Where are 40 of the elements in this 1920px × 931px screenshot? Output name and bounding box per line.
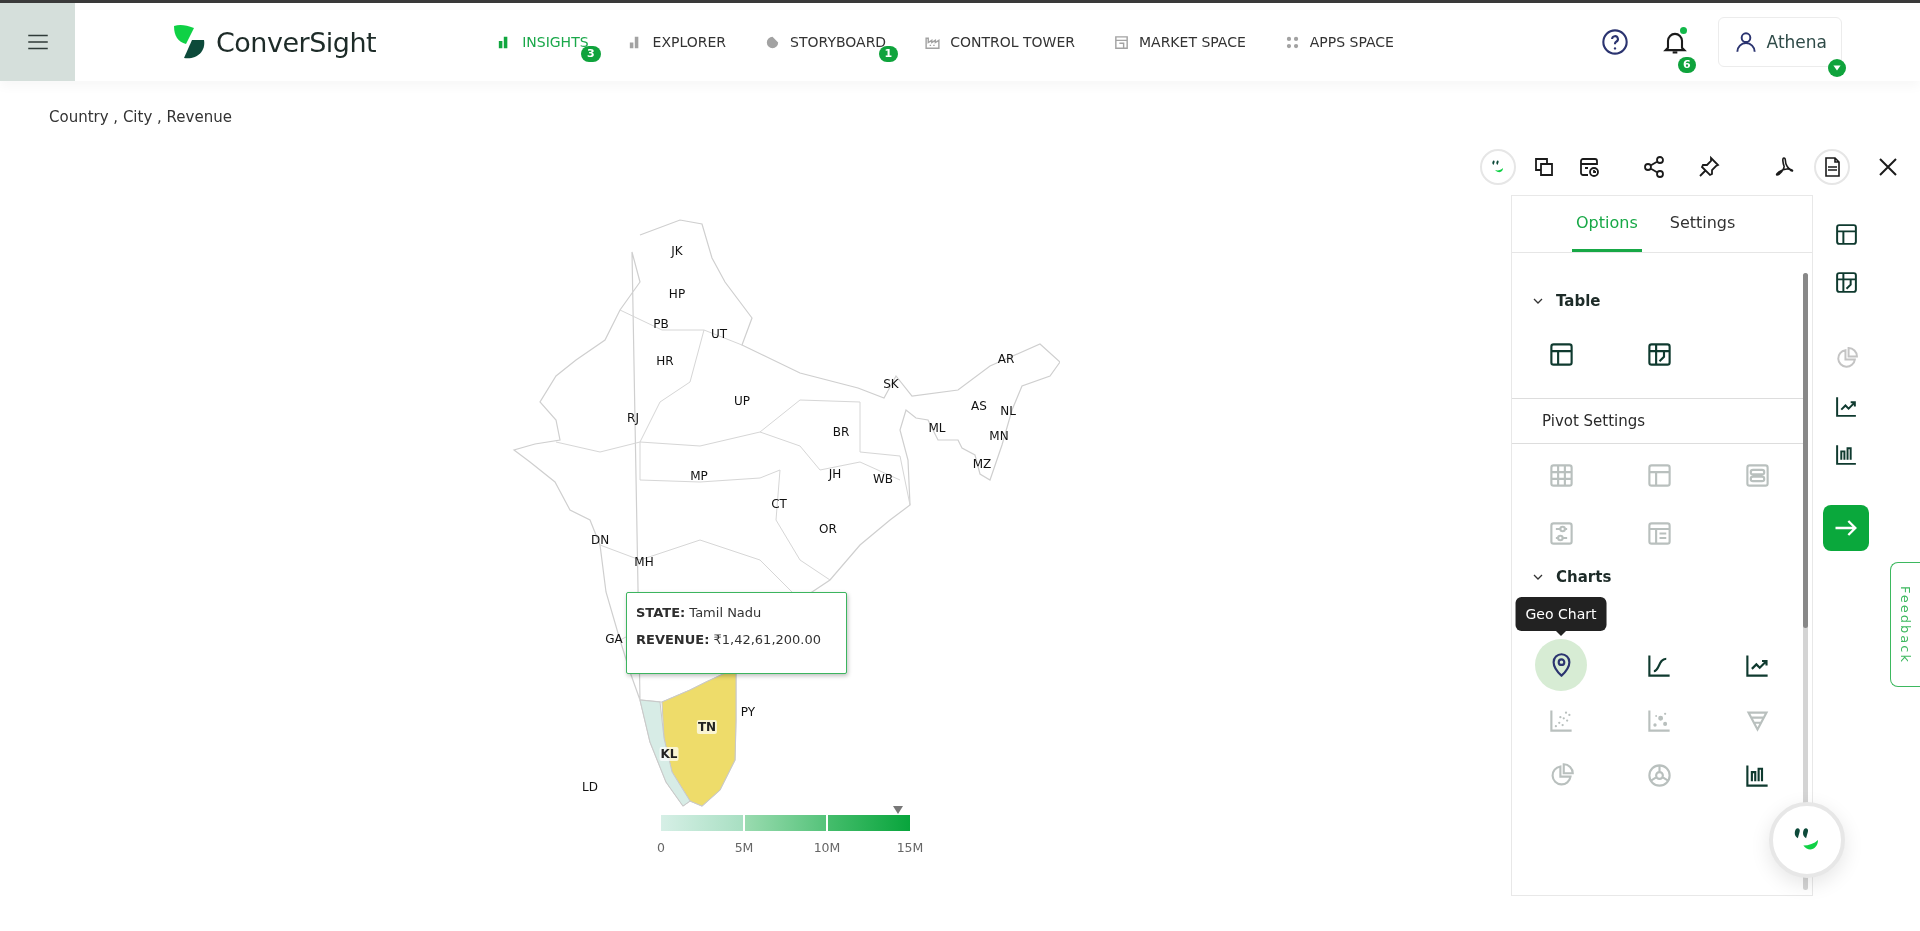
state-label: GA [605,632,623,646]
state-label: MN [989,429,1009,443]
section-title: Table [1556,292,1601,310]
state-label: JH [828,467,842,481]
state-label: SK [883,377,899,391]
state-label: PY [740,705,756,719]
state-label: BR [832,425,850,439]
legend-tick-label: 10M [813,840,841,855]
breadcrumb: Country , City , Revenue [49,108,233,128]
state-label: HP [668,287,686,301]
state-label: DN [590,533,610,547]
tooltip: Geo Chart [1515,597,1607,631]
legend-tick-label: 0 [657,840,665,855]
state-label: HR [656,354,674,368]
state-label: RJ [627,411,639,425]
count-badge: 6 [1677,57,1696,73]
state-label: KL [659,747,679,761]
brand-name: ConverSight [216,26,377,58]
section-title: Pivot Settings [1512,398,1804,444]
state-label: ML [928,421,946,435]
state-label: UP [734,394,750,408]
state-label: PB [653,317,669,331]
state-label: NL [1000,404,1016,418]
state-label: TN [696,720,718,734]
state-label: JK [671,244,683,258]
legend-tick-label: 5M [734,840,754,855]
state-label: AS [971,399,987,413]
tooltip-text: STATE: Tamil Nadu [636,605,763,620]
tooltip-text: REVENUE: ₹1,42,61,200.00 [636,632,822,647]
state-label: AR [997,352,1015,366]
legend-tick-label: 15M [896,840,924,855]
section-title: Charts [1556,568,1612,586]
state-label: UT [710,327,728,341]
state-label: CT [771,497,787,511]
state-label: MP [690,469,708,483]
state-label: MZ [972,457,992,471]
state-label: LD [582,780,598,794]
state-label: OR [819,522,837,536]
state-label: WB [872,472,894,486]
state-label: MH [634,555,654,569]
